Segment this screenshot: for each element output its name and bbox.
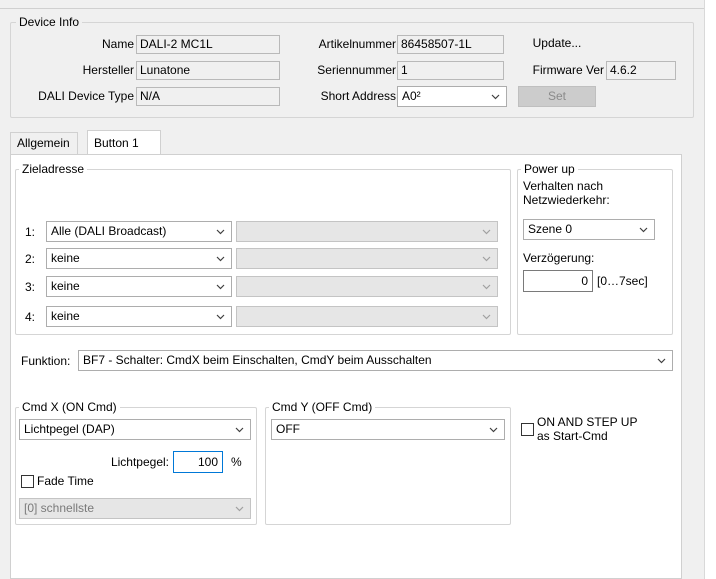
fade-time-dropdown[interactable]: [0] schnellste: [19, 498, 251, 519]
target-row-2-dropdown[interactable]: keine: [46, 248, 232, 269]
name-value: DALI-2 MC1L: [136, 35, 280, 54]
tab-allgemein[interactable]: Allgemein: [10, 132, 78, 154]
target-row-1-sub-dropdown[interactable]: [236, 221, 498, 242]
update-button[interactable]: Update...: [518, 33, 596, 54]
short-address-dropdown[interactable]: A0²: [397, 86, 507, 107]
chevron-down-icon: [235, 427, 244, 433]
chevron-down-icon: [216, 284, 225, 290]
chevron-down-icon: [489, 427, 498, 433]
manufacturer-value: Lunatone: [136, 61, 280, 80]
top-separator: [0, 8, 704, 9]
power-up-legend: Power up: [521, 162, 578, 176]
device-type-label: DALI Device Type: [38, 89, 134, 103]
power-up-delay-range: [0…7sec]: [597, 274, 648, 288]
target-row-3-value: keine: [51, 279, 80, 293]
chevron-down-icon: [216, 256, 225, 262]
chevron-down-icon: [482, 284, 491, 290]
power-up-behavior-label-2: Netzwiederkehr:: [523, 193, 610, 207]
on-and-step-up-label-1: ON AND STEP UP: [537, 415, 638, 429]
chevron-down-icon: [235, 506, 244, 512]
cmd-x-level-label: Lichtpegel:: [110, 455, 169, 469]
on-and-step-up-label-2: as Start-Cmd: [537, 429, 608, 443]
device-info-legend: Device Info: [16, 15, 83, 29]
power-up-delay-input[interactable]: 0: [523, 270, 593, 292]
fade-time-checkbox[interactable]: [21, 475, 34, 488]
chevron-down-icon: [482, 256, 491, 262]
chevron-down-icon: [657, 358, 666, 364]
tab-button-1[interactable]: Button 1: [87, 130, 161, 154]
target-row-3-dropdown[interactable]: keine: [46, 276, 232, 297]
set-button[interactable]: Set: [518, 86, 596, 107]
target-row-4-index: 4:: [25, 310, 36, 324]
cmd-y-dropdown[interactable]: OFF: [271, 419, 505, 440]
chevron-down-icon: [639, 227, 648, 233]
power-up-behavior-value: Szene 0: [528, 222, 573, 236]
power-up-delay-label: Verzögerung:: [523, 251, 595, 265]
chevron-down-icon: [482, 314, 491, 320]
fade-time-value: [0] schnellste: [24, 501, 95, 515]
power-up-behavior-dropdown[interactable]: Szene 0: [523, 219, 655, 240]
target-row-4-dropdown[interactable]: keine: [46, 306, 232, 327]
serial-label: Seriennummer: [317, 63, 396, 77]
serial-value: 1: [397, 61, 504, 80]
fade-time-label: Fade Time: [37, 474, 94, 488]
target-row-4-sub-dropdown[interactable]: [236, 306, 498, 327]
on-and-step-up-checkbox[interactable]: [521, 423, 534, 436]
firmware-value: 4.6.2: [606, 61, 676, 80]
article-value: 86458507-1L: [397, 35, 504, 54]
target-row-1-value: Alle (DALI Broadcast): [51, 224, 167, 238]
cmd-x-level-input[interactable]: 100: [173, 451, 223, 473]
target-row-2-sub-dropdown[interactable]: [236, 248, 498, 269]
target-row-2-value: keine: [51, 251, 80, 265]
cmd-x-dropdown[interactable]: Lichtpegel (DAP): [19, 419, 251, 440]
target-row-4-value: keine: [51, 309, 80, 323]
chevron-down-icon: [216, 229, 225, 235]
chevron-down-icon: [491, 94, 500, 100]
power-up-behavior-label-1: Verhalten nach: [523, 179, 604, 193]
short-address-label: Short Address: [320, 89, 396, 103]
cmd-x-legend: Cmd X (ON Cmd): [19, 400, 120, 414]
article-label: Artikelnummer: [318, 37, 396, 51]
cmd-x-value: Lichtpegel (DAP): [24, 422, 115, 436]
tab-panel-button-1: Zieladresse 1: Alle (DALI Broadcast) 2: …: [10, 154, 682, 579]
chevron-down-icon: [482, 229, 491, 235]
cmd-x-level-unit: %: [231, 455, 242, 469]
function-value: BF7 - Schalter: CmdX beim Einschalten, C…: [83, 353, 432, 367]
target-address-legend: Zieladresse: [19, 162, 88, 176]
name-label: Name: [101, 37, 134, 51]
target-row-2-index: 2:: [25, 252, 36, 266]
chevron-down-icon: [216, 314, 225, 320]
cmd-y-legend: Cmd Y (OFF Cmd): [269, 400, 376, 414]
target-row-1-index: 1:: [25, 225, 36, 239]
target-row-1-dropdown[interactable]: Alle (DALI Broadcast): [46, 221, 232, 242]
manufacturer-label: Hersteller: [82, 63, 134, 77]
target-row-3-sub-dropdown[interactable]: [236, 276, 498, 297]
function-label: Funktion:: [21, 354, 71, 368]
target-row-3-index: 3:: [25, 280, 36, 294]
device-type-value: N/A: [136, 87, 280, 106]
firmware-label: Firmware Ver: [532, 63, 604, 77]
function-dropdown[interactable]: BF7 - Schalter: CmdX beim Einschalten, C…: [78, 350, 673, 371]
right-edge-strip: [704, 0, 716, 579]
short-address-value: A0²: [402, 89, 421, 103]
cmd-y-value: OFF: [276, 422, 300, 436]
